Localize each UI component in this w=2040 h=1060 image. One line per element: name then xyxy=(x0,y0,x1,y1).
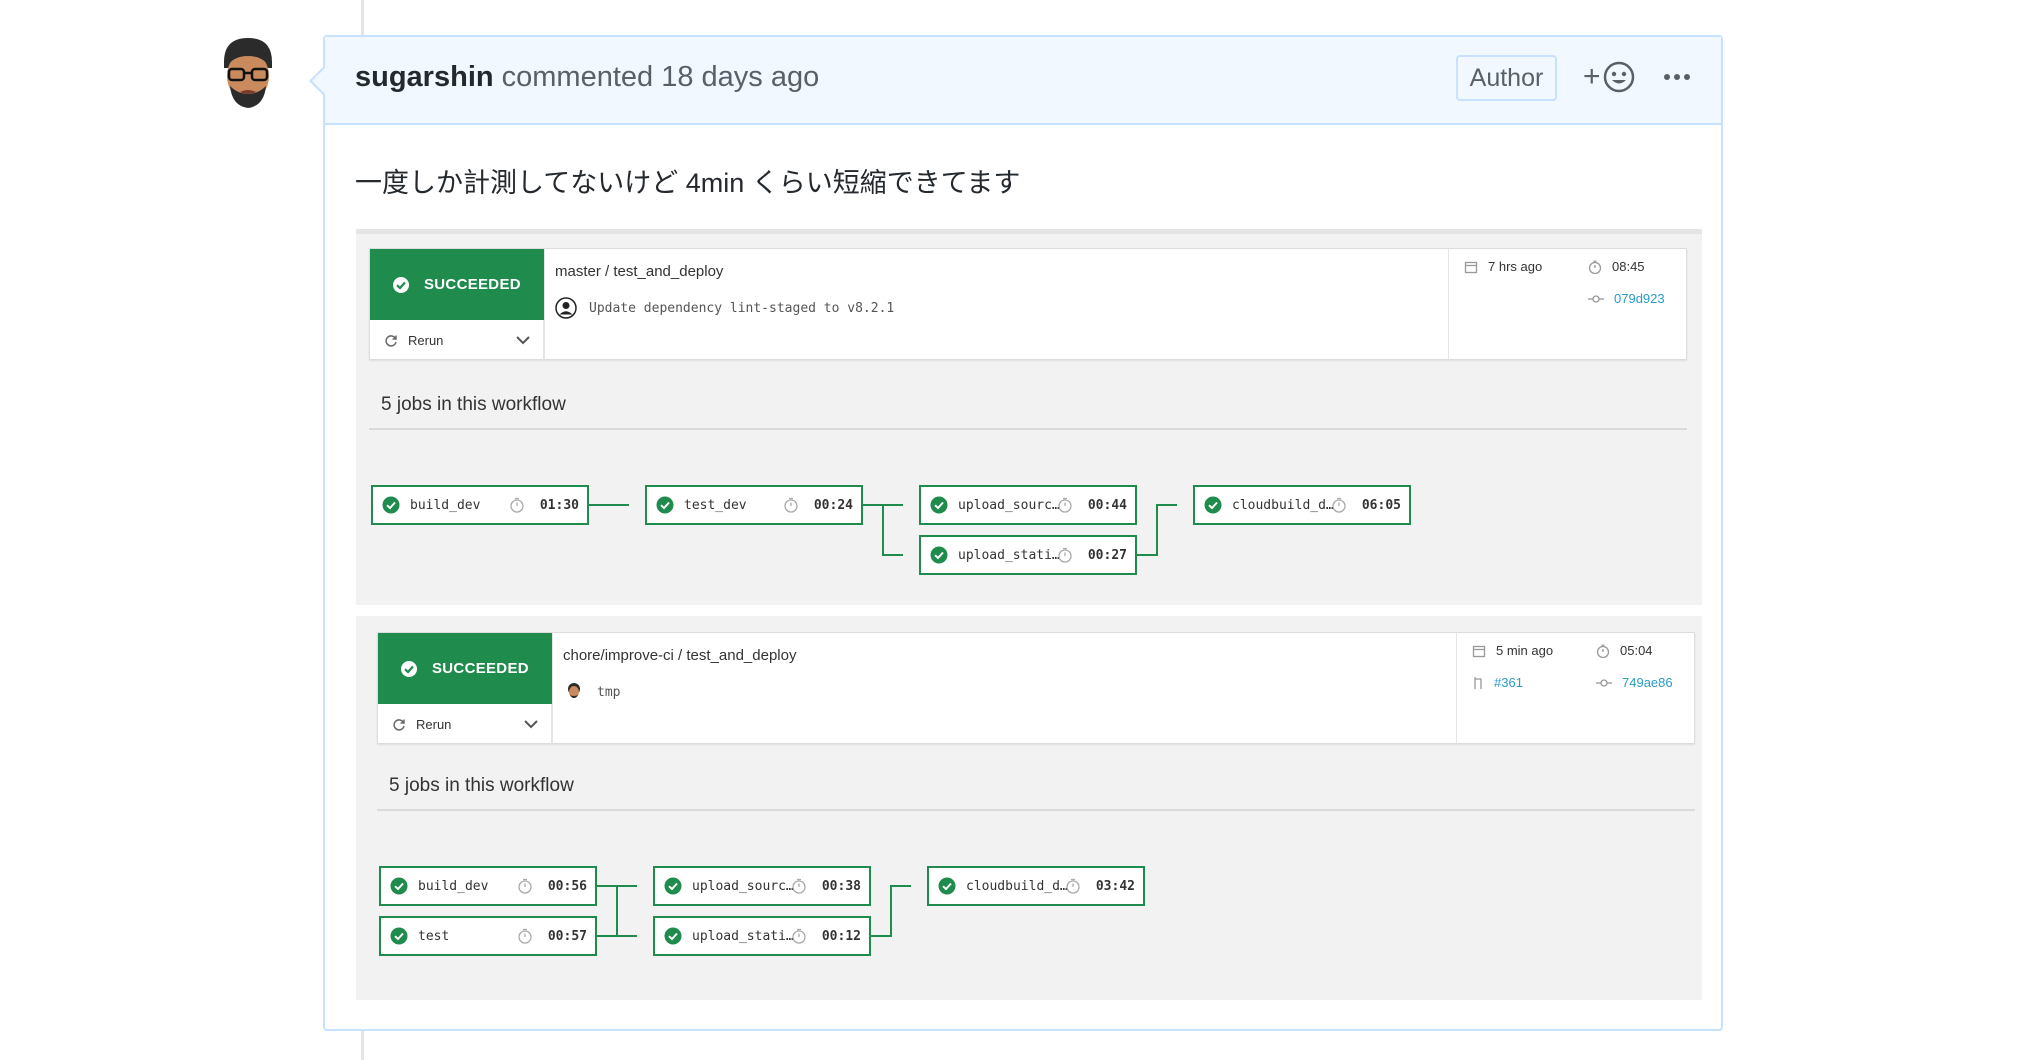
job-name: cloudbuild_d… xyxy=(1232,497,1334,513)
job-duration: 00:27 xyxy=(1087,548,1127,563)
check-circle-icon xyxy=(382,496,400,514)
job-node[interactable]: upload_stati… 00:27 xyxy=(919,535,1137,575)
job-name: build_dev xyxy=(410,497,481,513)
comment-meta: sugarshin commented 18 days ago xyxy=(355,61,819,94)
job-duration: 06:05 xyxy=(1361,498,1401,513)
check-circle-icon xyxy=(390,877,408,895)
stopwatch-icon xyxy=(517,878,533,894)
check-circle-icon xyxy=(390,927,408,945)
check-circle-icon xyxy=(664,877,682,895)
add-reaction-button[interactable]: + xyxy=(1583,57,1643,97)
workflow-screenshot-2: SUCCEEDED Rerun chore/improve-ci / test_… xyxy=(356,616,1702,1000)
check-circle-icon xyxy=(930,546,948,564)
comment-body: 一度しか計測してないけど 4min くらい短縮できてます xyxy=(355,168,1021,198)
smiley-icon xyxy=(1603,61,1635,93)
job-duration: 01:30 xyxy=(539,498,579,513)
stopwatch-icon xyxy=(1331,497,1347,513)
job-node[interactable]: test 00:57 xyxy=(379,916,597,956)
timeline-line-top xyxy=(361,0,364,35)
kebab-horizontal-icon xyxy=(1664,74,1690,80)
job-name: build_dev xyxy=(418,878,489,894)
stopwatch-icon xyxy=(783,497,799,513)
check-circle-icon xyxy=(656,496,674,514)
stopwatch-icon xyxy=(791,928,807,944)
stopwatch-icon xyxy=(509,497,525,513)
job-node[interactable]: upload_sourc… 00:38 xyxy=(653,866,871,906)
job-duration: 00:56 xyxy=(547,879,587,894)
comment-box: sugarshin commented 18 days ago Author + xyxy=(309,35,1723,1031)
job-name: upload_sourc… xyxy=(958,497,1060,513)
job-name: upload_stati… xyxy=(958,547,1060,563)
job-node[interactable]: build_dev 00:56 xyxy=(379,866,597,906)
job-duration: 00:44 xyxy=(1087,498,1127,513)
job-node[interactable]: build_dev 01:30 xyxy=(371,485,589,525)
check-circle-icon xyxy=(930,496,948,514)
job-duration: 00:24 xyxy=(813,498,853,513)
workflow-screenshot-1: SUCCEEDED Rerun master / test_and_deploy xyxy=(356,229,1702,605)
job-duration: 03:42 xyxy=(1095,879,1135,894)
stopwatch-icon xyxy=(517,928,533,944)
job-duration: 00:12 xyxy=(821,929,861,944)
comment-header: sugarshin commented 18 days ago Author + xyxy=(325,37,1721,125)
comment-author-link[interactable]: sugarshin xyxy=(355,61,494,93)
job-name: test xyxy=(418,928,450,944)
job-node[interactable]: test_dev 00:24 xyxy=(645,485,863,525)
job-duration: 00:38 xyxy=(821,879,861,894)
check-circle-icon xyxy=(1204,496,1222,514)
stopwatch-icon xyxy=(1057,547,1073,563)
job-name: upload_sourc… xyxy=(692,878,794,894)
job-node[interactable]: cloudbuild_d… 03:42 xyxy=(927,866,1145,906)
job-node[interactable]: upload_stati… 00:12 xyxy=(653,916,871,956)
avatar[interactable] xyxy=(218,36,278,112)
stopwatch-icon xyxy=(1057,497,1073,513)
timeline-line-bottom xyxy=(361,1031,364,1060)
stopwatch-icon xyxy=(1065,878,1081,894)
check-circle-icon xyxy=(938,877,956,895)
comment-timestamp[interactable]: commented 18 days ago xyxy=(494,61,820,93)
more-options-button[interactable] xyxy=(1659,57,1695,97)
comment-arrow-inner xyxy=(312,67,326,95)
author-badge: Author xyxy=(1456,55,1557,101)
job-name: cloudbuild_d… xyxy=(966,878,1068,894)
check-circle-icon xyxy=(664,927,682,945)
stopwatch-icon xyxy=(791,878,807,894)
job-name: test_dev xyxy=(684,497,747,513)
plus-icon: + xyxy=(1583,60,1601,93)
job-duration: 00:57 xyxy=(547,929,587,944)
job-node[interactable]: upload_sourc… 00:44 xyxy=(919,485,1137,525)
job-name: upload_stati… xyxy=(692,928,794,944)
job-node[interactable]: cloudbuild_d… 06:05 xyxy=(1193,485,1411,525)
page: sugarshin commented 18 days ago Author + xyxy=(0,0,2040,1060)
